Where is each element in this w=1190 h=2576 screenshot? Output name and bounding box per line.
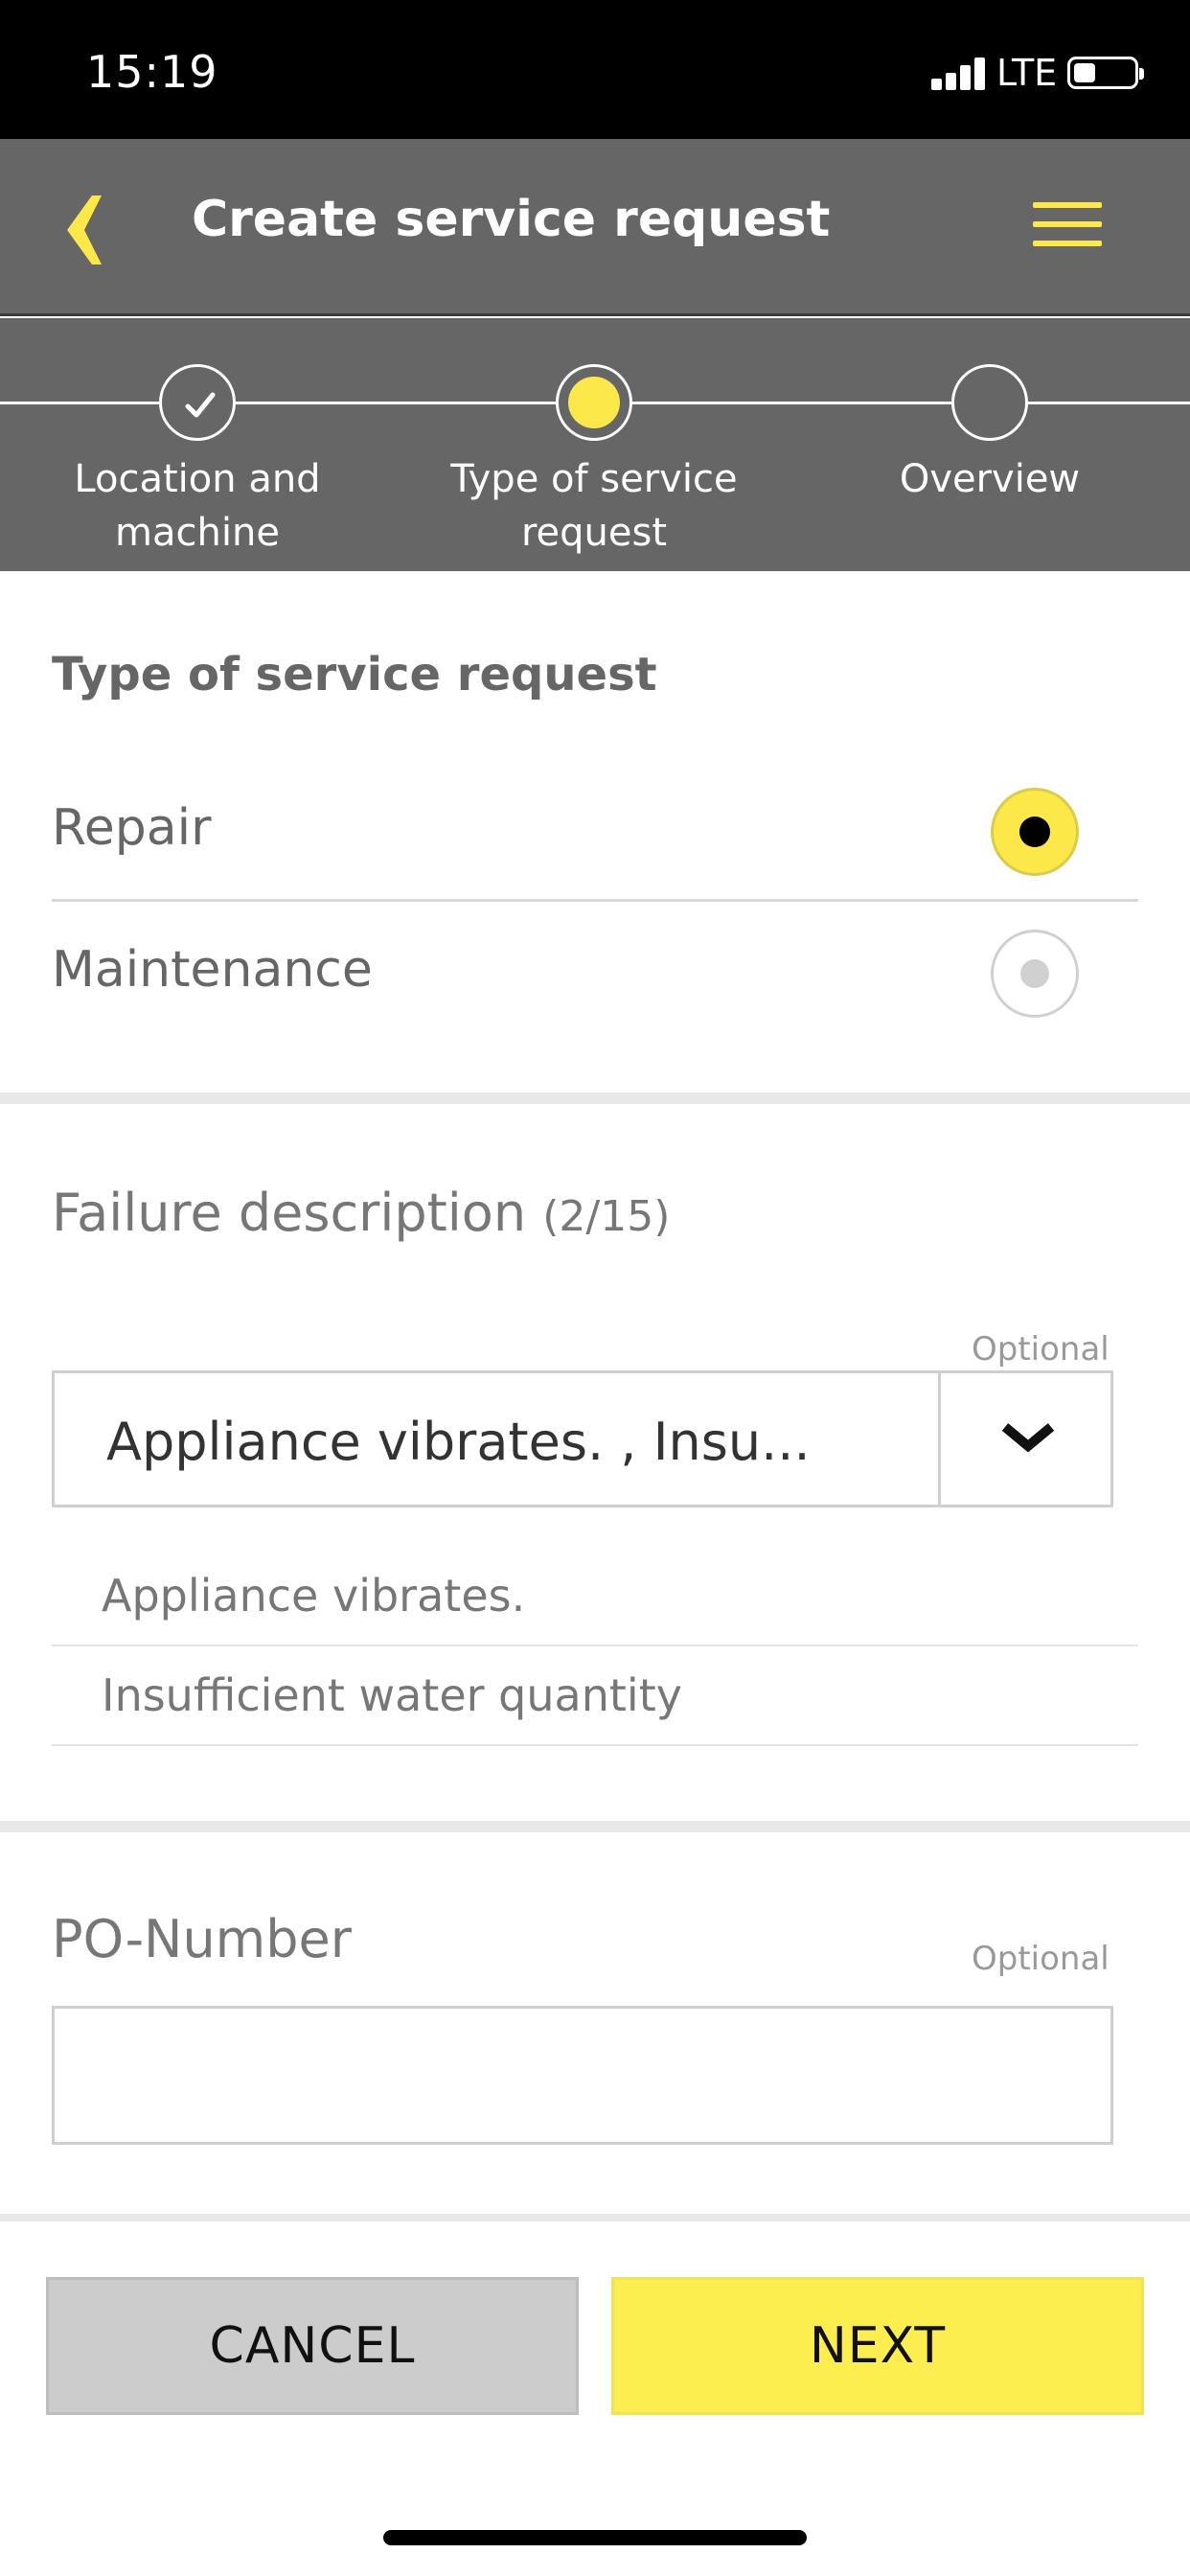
radio-repair[interactable] [991, 788, 1079, 876]
option-maintenance[interactable]: Maintenance [52, 903, 1138, 1045]
step-upcoming-circle [951, 364, 1028, 441]
radio-maintenance[interactable] [991, 930, 1079, 1018]
next-button[interactable]: NEXT [611, 2277, 1144, 2415]
failure-description-select[interactable]: Appliance vibrates. , Insu... [52, 1370, 1113, 1507]
divider [52, 899, 1138, 902]
failure-description-title: Failure description (2/15) [52, 1183, 671, 1243]
failure-item[interactable]: Appliance vibrates. [52, 1547, 1138, 1646]
app-header: Create service request [0, 139, 1190, 316]
step-current-circle [556, 364, 632, 441]
select-value: Appliance vibrates. , Insu... [106, 1412, 811, 1472]
step-label: Type of service request [450, 457, 738, 555]
optional-label: Optional [972, 1330, 1110, 1368]
status-bar: 15:19 LTE [0, 0, 1190, 139]
home-indicator[interactable] [383, 2530, 807, 2545]
section-divider [0, 1821, 1190, 1832]
step-overview: Overview [832, 364, 1148, 506]
service-type-title: Type of service request [52, 648, 657, 702]
signal-strength-icon [931, 58, 989, 90]
failure-item[interactable]: Insufficient water quantity [52, 1646, 1138, 1746]
dropdown-toggle[interactable] [938, 1373, 1110, 1505]
option-label: Repair [52, 799, 212, 857]
battery-icon [1067, 57, 1144, 89]
cancel-button[interactable]: CANCEL [46, 2277, 579, 2415]
failure-count: (2/15) [542, 1192, 671, 1241]
step-label: Location and machine [74, 457, 321, 555]
checkmark-icon [185, 392, 216, 418]
optional-label: Optional [972, 1940, 1110, 1978]
current-step-dot-icon [568, 377, 620, 428]
chevron-down-icon [1001, 1423, 1055, 1453]
po-number-label: PO-Number [52, 1909, 352, 1969]
step-label: Overview [899, 457, 1081, 501]
page-title: Create service request [192, 191, 831, 248]
section-divider [0, 2214, 1190, 2221]
section-divider [0, 1092, 1190, 1104]
option-repair[interactable]: Repair [52, 761, 1138, 903]
chevron-left-icon[interactable] [63, 192, 117, 268]
step-location-and-machine: Location and machine [39, 364, 355, 560]
option-label: Maintenance [52, 941, 373, 999]
hamburger-menu-icon[interactable] [1033, 198, 1102, 252]
step-type-of-service-request: Type of service request [436, 364, 752, 560]
network-type: LTE [996, 52, 1058, 94]
po-number-input[interactable] [52, 2006, 1113, 2145]
progress-stepper: Location and machine Type of service req… [0, 318, 1190, 571]
step-completed-circle [159, 364, 236, 441]
status-time: 15:19 [86, 46, 218, 98]
